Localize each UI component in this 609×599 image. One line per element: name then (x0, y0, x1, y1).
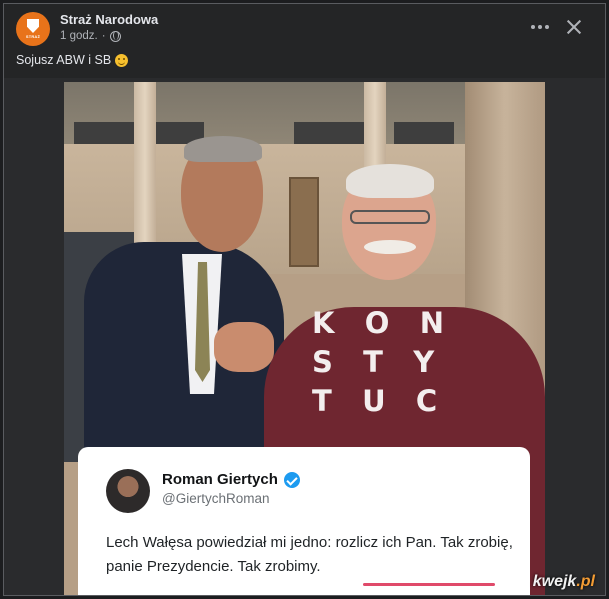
glasses (350, 210, 430, 224)
page-name[interactable]: Straż Narodowa (60, 12, 158, 27)
post-time[interactable]: 1 godz. (60, 30, 98, 42)
man-right-hair (346, 164, 434, 198)
globe-icon (109, 30, 121, 42)
tweet-card: Roman Giertych @GiertychRoman Lech Wałęs… (78, 447, 530, 595)
watermark: kwejk.pl (533, 573, 595, 591)
sweater-line: S T Y (312, 345, 435, 379)
caption-text: Sojusz ABW i SB (16, 53, 112, 67)
page-avatar[interactable]: STRAŻ (16, 12, 50, 46)
post-header: STRAŻ Straż Narodowa 1 godz. · (16, 12, 593, 48)
avatar-logo-text: STRAŻ (25, 34, 41, 39)
post-meta: 1 godz. · (60, 30, 121, 42)
dot-icon (538, 25, 542, 29)
man-left-hair (184, 136, 262, 162)
post-caption: Sojusz ABW i SB (16, 53, 129, 67)
more-options-button[interactable] (527, 14, 553, 40)
shield-icon (27, 19, 39, 33)
watermark-suffix: .pl (576, 573, 595, 590)
column (134, 82, 156, 252)
balcony (294, 122, 364, 144)
hall-door (289, 177, 319, 267)
tweet-avatar (106, 469, 150, 513)
tweet-handle: @GiertychRoman (162, 491, 270, 506)
verified-badge-icon (283, 471, 300, 488)
dot-icon (545, 25, 549, 29)
sweater-line: T U C (312, 384, 438, 418)
tweet-text: Lech Wałęsa powiedział mi jedno: rozlicz… (106, 534, 513, 575)
post-photo[interactable]: K O N S T Y T U C Roman Giertych @Gierty… (4, 78, 605, 595)
mustache (364, 240, 416, 254)
close-button[interactable] (561, 14, 587, 40)
handshake (214, 322, 274, 372)
post-dialog: STRAŻ Straż Narodowa 1 godz. · Sojusz AB… (3, 3, 606, 596)
dot-icon (531, 25, 535, 29)
grinning-face-emoji-icon (115, 53, 129, 67)
photo-image: K O N S T Y T U C Roman Giertych @Gierty… (64, 82, 545, 595)
tweet-author: Roman Giertych (162, 471, 300, 488)
tweet-author-name: Roman Giertych (162, 471, 278, 488)
sweater-text: K O N S T Y T U C (312, 304, 452, 421)
balcony (74, 122, 134, 144)
watermark-main: kwejk (532, 573, 577, 590)
tweet-underline (363, 583, 495, 586)
balcony (394, 122, 454, 144)
separator-dot: · (101, 30, 106, 42)
sweater-line: K O N (312, 306, 444, 340)
